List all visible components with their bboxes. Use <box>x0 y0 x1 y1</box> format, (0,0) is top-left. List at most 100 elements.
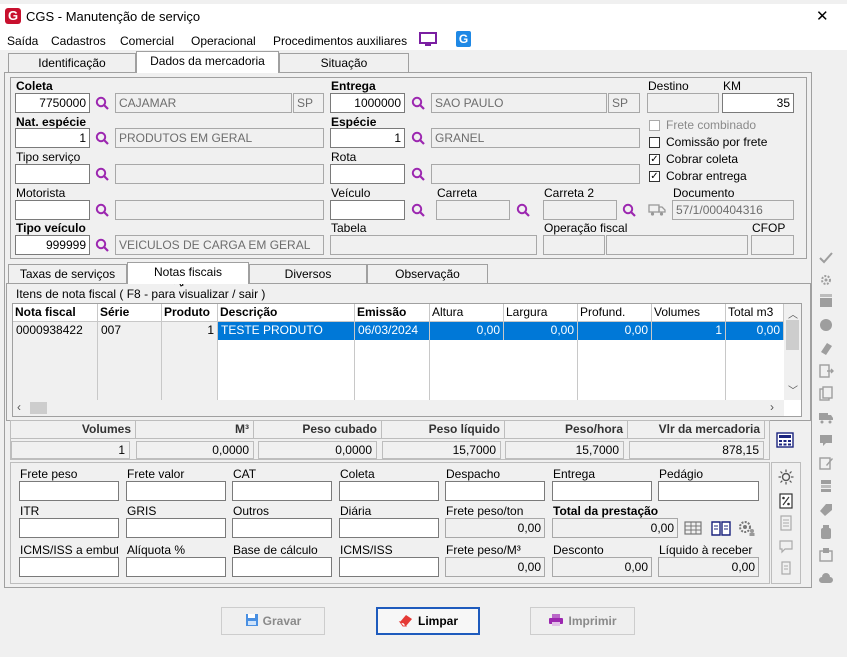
table-icon[interactable] <box>684 520 702 536</box>
copy-doc-icon[interactable] <box>818 386 834 402</box>
tipo-veiculo-code-input[interactable]: 999999 <box>15 235 90 255</box>
comissao-checkbox[interactable] <box>649 137 660 148</box>
cobrar-coleta-checkbox[interactable]: ✓ <box>649 154 660 165</box>
menu-cadastros[interactable]: Cadastros <box>51 33 106 49</box>
gear-people-icon[interactable] <box>737 519 757 537</box>
entrega-frete-input[interactable] <box>552 481 652 501</box>
gear-sun-icon[interactable] <box>818 272 834 288</box>
coleta-code-input[interactable]: 7750000 <box>15 93 90 113</box>
col-profund[interactable]: Profund. <box>578 304 652 322</box>
col-descricao[interactable]: Descrição <box>218 304 355 322</box>
percent-doc-icon[interactable] <box>778 493 794 509</box>
tipo-veiculo-search-icon[interactable] <box>95 238 109 252</box>
entrega-search-icon[interactable] <box>411 96 425 110</box>
nat-especie-code-input[interactable]: 1 <box>15 128 90 148</box>
tab-notas-fiscais[interactable]: Notas fiscais <box>127 262 249 284</box>
scroll-up-icon[interactable]: ︿ <box>788 306 798 321</box>
col-altura[interactable]: Altura <box>430 304 504 322</box>
menu-comercial[interactable]: Comercial <box>120 33 174 49</box>
tipo-servico-search-icon[interactable] <box>95 167 109 181</box>
rota-input[interactable] <box>330 164 405 184</box>
icms-iss-input[interactable] <box>339 557 439 577</box>
tab-dados-mercadoria[interactable]: Dados da mercadoria <box>136 51 279 73</box>
tab-diversos[interactable]: Diversos <box>249 264 367 284</box>
col-serie[interactable]: Série <box>98 304 162 322</box>
limpar-button[interactable]: Limpar <box>376 607 480 635</box>
doc-grey-icon[interactable] <box>778 515 794 531</box>
diaria-input[interactable] <box>339 518 439 538</box>
especie-code-input[interactable]: 1 <box>330 128 405 148</box>
doc-small-icon[interactable] <box>778 560 794 576</box>
scroll-right-icon[interactable]: › <box>770 400 774 414</box>
stack-icon[interactable] <box>818 478 834 494</box>
menu-procedimentos[interactable]: Procedimentos auxiliares <box>273 33 407 49</box>
frete-valor-input[interactable] <box>126 481 226 501</box>
comment-icon[interactable] <box>778 538 794 554</box>
table-row[interactable]: 0000938422 007 1 TESTE PRODUTO 06/03/202… <box>13 322 784 340</box>
truck-side-icon[interactable] <box>818 409 834 425</box>
nat-especie-search-icon[interactable] <box>95 131 109 145</box>
icms-embutir-input[interactable] <box>19 557 119 577</box>
tab-observacao[interactable]: Observação <box>367 264 488 284</box>
menu-operacional[interactable]: Operacional <box>191 33 256 49</box>
frete-combinado-checkbox[interactable] <box>649 120 660 131</box>
eraser-side-icon[interactable] <box>818 340 834 356</box>
entrega-code-input[interactable]: 1000000 <box>330 93 405 113</box>
motorista-search-icon[interactable] <box>95 203 109 217</box>
tipo-servico-input[interactable] <box>15 164 90 184</box>
veiculo-search-icon[interactable] <box>411 203 425 217</box>
check-icon[interactable] <box>818 250 834 266</box>
rota-search-icon[interactable] <box>411 167 425 181</box>
tab-identificacao[interactable]: Identificação <box>8 53 136 73</box>
tab-taxas-servicos[interactable]: Taxas de serviços <box>8 264 127 284</box>
col-volumes[interactable]: Volumes <box>652 304 726 322</box>
scroll-left-icon[interactable]: ‹ <box>17 400 21 414</box>
cobrar-entrega-checkbox[interactable]: ✓ <box>649 171 660 182</box>
monitor-icon[interactable] <box>419 32 437 46</box>
imprimir-button[interactable]: Imprimir <box>530 607 635 635</box>
calculator-icon[interactable] <box>776 432 794 448</box>
bottle-icon[interactable] <box>818 524 834 540</box>
col-emissao[interactable]: Emissão <box>355 304 430 322</box>
coleta-search-icon[interactable] <box>95 96 109 110</box>
book-icon[interactable] <box>710 519 732 537</box>
base-calculo-input[interactable] <box>232 557 332 577</box>
aliquota-input[interactable] <box>126 557 226 577</box>
gravar-button[interactable]: Gravar <box>221 607 325 635</box>
hscroll-thumb[interactable] <box>30 402 47 414</box>
carreta-search-icon[interactable] <box>516 203 530 217</box>
chat-icon[interactable] <box>818 432 834 448</box>
box-icon[interactable] <box>818 547 834 563</box>
motorista-input[interactable] <box>15 200 90 220</box>
km-input[interactable]: 35 <box>722 93 794 113</box>
especie-search-icon[interactable] <box>411 131 425 145</box>
itr-input[interactable] <box>19 518 119 538</box>
despacho-input[interactable] <box>445 481 545 501</box>
col-total-m3[interactable]: Total m3 <box>726 304 784 322</box>
col-largura[interactable]: Largura <box>504 304 578 322</box>
scroll-thumb[interactable] <box>786 320 799 350</box>
forward-doc-icon[interactable] <box>818 363 834 379</box>
cibt-icon[interactable] <box>818 293 834 309</box>
veiculo-input[interactable] <box>330 200 405 220</box>
cat-input[interactable] <box>232 481 332 501</box>
tag-icon[interactable] <box>818 501 834 517</box>
frete-peso-input[interactable] <box>19 481 119 501</box>
pedagio-input[interactable] <box>658 481 759 501</box>
sun-icon[interactable] <box>778 469 794 485</box>
carreta2-search-icon[interactable] <box>622 203 636 217</box>
circle-icon[interactable] <box>818 317 834 333</box>
outros-input[interactable] <box>232 518 332 538</box>
menu-saida[interactable]: Saída <box>7 33 38 49</box>
col-nota-fiscal[interactable]: Nota fiscal <box>13 304 98 322</box>
horizontal-scrollbar[interactable]: ‹ › <box>13 400 784 416</box>
coleta-frete-input[interactable] <box>339 481 439 501</box>
truck-icon[interactable] <box>648 201 666 217</box>
col-produto[interactable]: Produto <box>162 304 218 322</box>
edit-doc-icon[interactable] <box>818 455 834 471</box>
tab-situacao[interactable]: Situação <box>279 53 409 73</box>
gris-input[interactable] <box>126 518 226 538</box>
scroll-down-icon[interactable]: ﹀ <box>788 382 798 397</box>
brand-g-icon[interactable]: G <box>456 31 471 47</box>
vertical-scrollbar[interactable]: ︿ ﹀ <box>784 304 801 400</box>
